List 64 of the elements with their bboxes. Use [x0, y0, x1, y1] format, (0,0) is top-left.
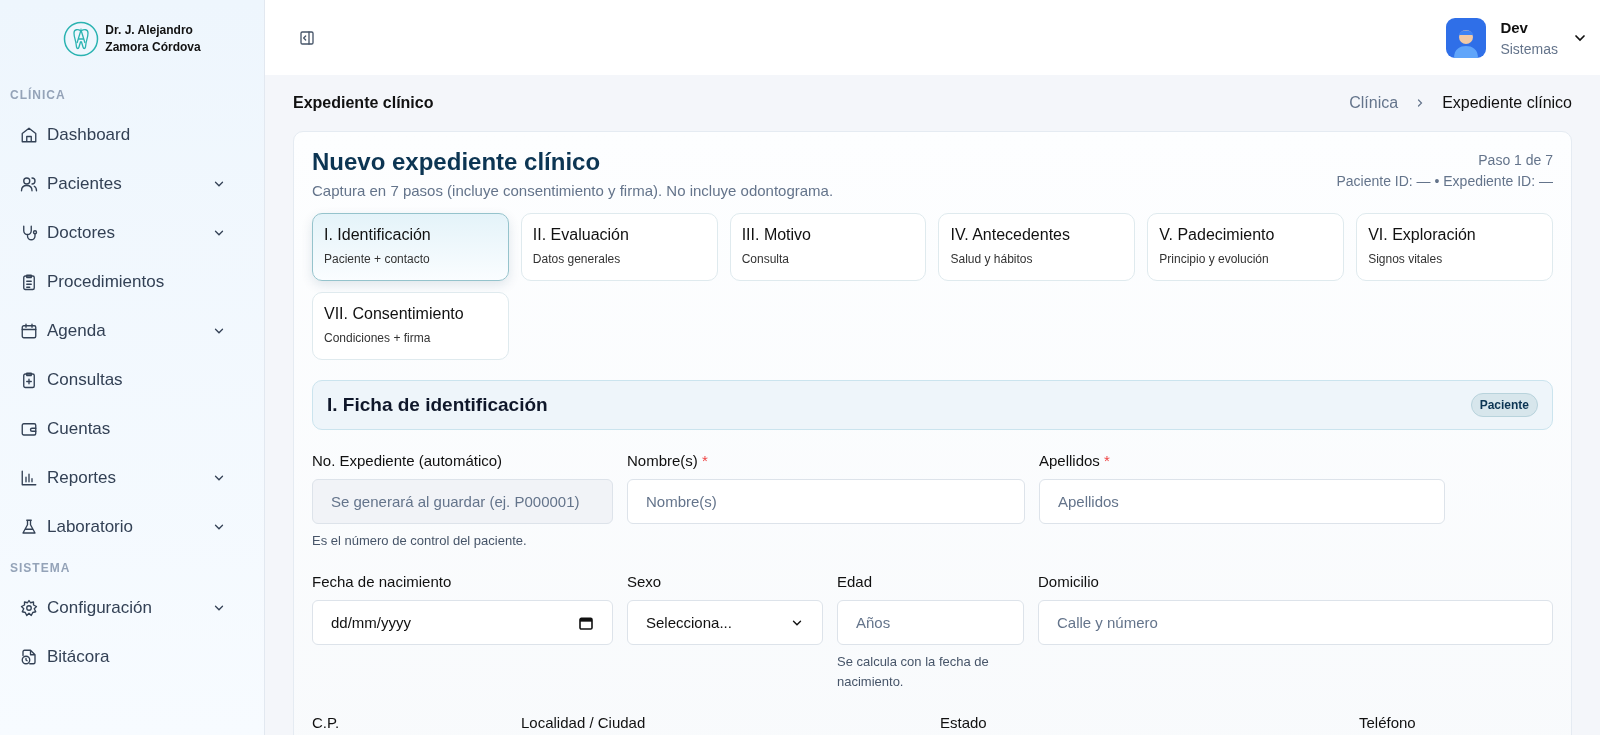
input-field[interactable]: Nombre(s) — [627, 479, 1025, 524]
card-subtitle: Captura en 7 pasos (incluye consentimiento y firma). No incluye odontograma. — [312, 182, 834, 199]
home-icon — [20, 125, 38, 144]
helper-text: Se calcula con la fecha de nacimiento. — [837, 653, 990, 691]
field-label: Nombre(s) * — [627, 452, 709, 469]
user-role: Sistemas — [1500, 40, 1558, 57]
step-tab[interactable]: II. Evaluación Datos generales — [520, 213, 718, 281]
clipboard-plus-icon — [20, 370, 38, 389]
sidebar-section-title: CLÍNICA — [10, 88, 67, 102]
step-tab[interactable]: IV. Antecedentes Salud y hábitos — [938, 213, 1136, 281]
stethoscope-icon — [20, 223, 38, 242]
sidebar-item[interactable]: Procedimientos — [10, 257, 254, 306]
tooth-logo-icon — [63, 21, 100, 57]
sidebar-collapse-icon — [299, 29, 315, 46]
field-label: Teléfono — [1359, 714, 1417, 731]
user-name: Dev — [1500, 18, 1529, 36]
avatar-silhouette — [1446, 17, 1487, 58]
field-label: Sexo — [627, 573, 663, 590]
calendar-icon — [20, 321, 38, 340]
sidebar-item[interactable]: Agenda — [10, 306, 254, 355]
step-tab[interactable]: V. Padecimiento Principio y evolución — [1147, 213, 1345, 281]
field-label: Domicilio — [1038, 573, 1100, 590]
field-label: No. Expediente (automático) — [312, 452, 504, 469]
section-title: I. Ficha de identificación — [327, 394, 548, 416]
file-clock-icon — [20, 647, 38, 666]
sidebar-item[interactable]: Reportes — [10, 453, 254, 502]
clinic-name: Dr. J. Alejandro Zamora Córdova — [105, 22, 201, 56]
tag: Paciente — [1470, 393, 1538, 417]
record-ids: Paciente ID: — • Expediente ID: — — [1336, 172, 1553, 191]
page-title: Expediente clínico — [293, 94, 434, 112]
select-dropdown[interactable]: Selecciona... — [627, 600, 823, 645]
sidebar-item[interactable]: Pacientes — [10, 159, 254, 208]
sidebar-item[interactable]: Dashboard — [10, 110, 254, 159]
step-tab[interactable]: I. Identificación Paciente + contacto — [312, 213, 509, 281]
settings-icon — [20, 598, 38, 617]
step-tab[interactable]: III. Motivo Consulta — [729, 213, 927, 281]
breadcrumb-item: Expediente clínico — [1442, 94, 1572, 112]
step-counter: Paso 1 de 7 — [1477, 151, 1553, 170]
field-label: Fecha de nacimiento — [312, 573, 453, 590]
clipboard-list-icon — [20, 272, 38, 291]
field-label: Apellidos * — [1039, 452, 1111, 469]
field-label: Edad — [837, 573, 874, 590]
sidebar-section-title: SISTEMA — [10, 561, 72, 575]
users-icon — [20, 174, 38, 193]
field-label: Localidad / Ciudad — [521, 714, 647, 731]
breadcrumb-item[interactable]: Clínica — [1349, 94, 1399, 112]
sidebar-item[interactable]: Cuentas — [10, 404, 254, 453]
input-field[interactable]: Años — [837, 600, 1024, 645]
sidebar-item[interactable]: Laboratorio — [10, 502, 254, 551]
bar-chart-icon — [20, 468, 38, 487]
sidebar-item[interactable]: Consultas — [10, 355, 254, 404]
date-field[interactable]: dd/mm/yyyy — [312, 600, 613, 645]
sidebar-item[interactable]: Doctores — [10, 208, 254, 257]
input-field[interactable]: Calle y número — [1038, 600, 1553, 645]
sidebar-item[interactable]: Bitácora — [10, 632, 254, 681]
helper-text: Es el número de control del paciente. — [312, 532, 528, 550]
card-title: Nuevo expediente clínico — [312, 148, 602, 176]
sidebar-item[interactable]: Configuración — [10, 583, 254, 632]
step-tab[interactable]: VII. Consentimiento Condiciones + firma — [312, 292, 509, 360]
step-tab[interactable]: VI. Exploración Signos vitales — [1356, 213, 1553, 281]
flask-icon — [20, 517, 38, 536]
field-label: Estado — [940, 714, 988, 731]
input-field[interactable]: Apellidos — [1039, 479, 1445, 524]
field-label: C.P. — [312, 714, 341, 731]
